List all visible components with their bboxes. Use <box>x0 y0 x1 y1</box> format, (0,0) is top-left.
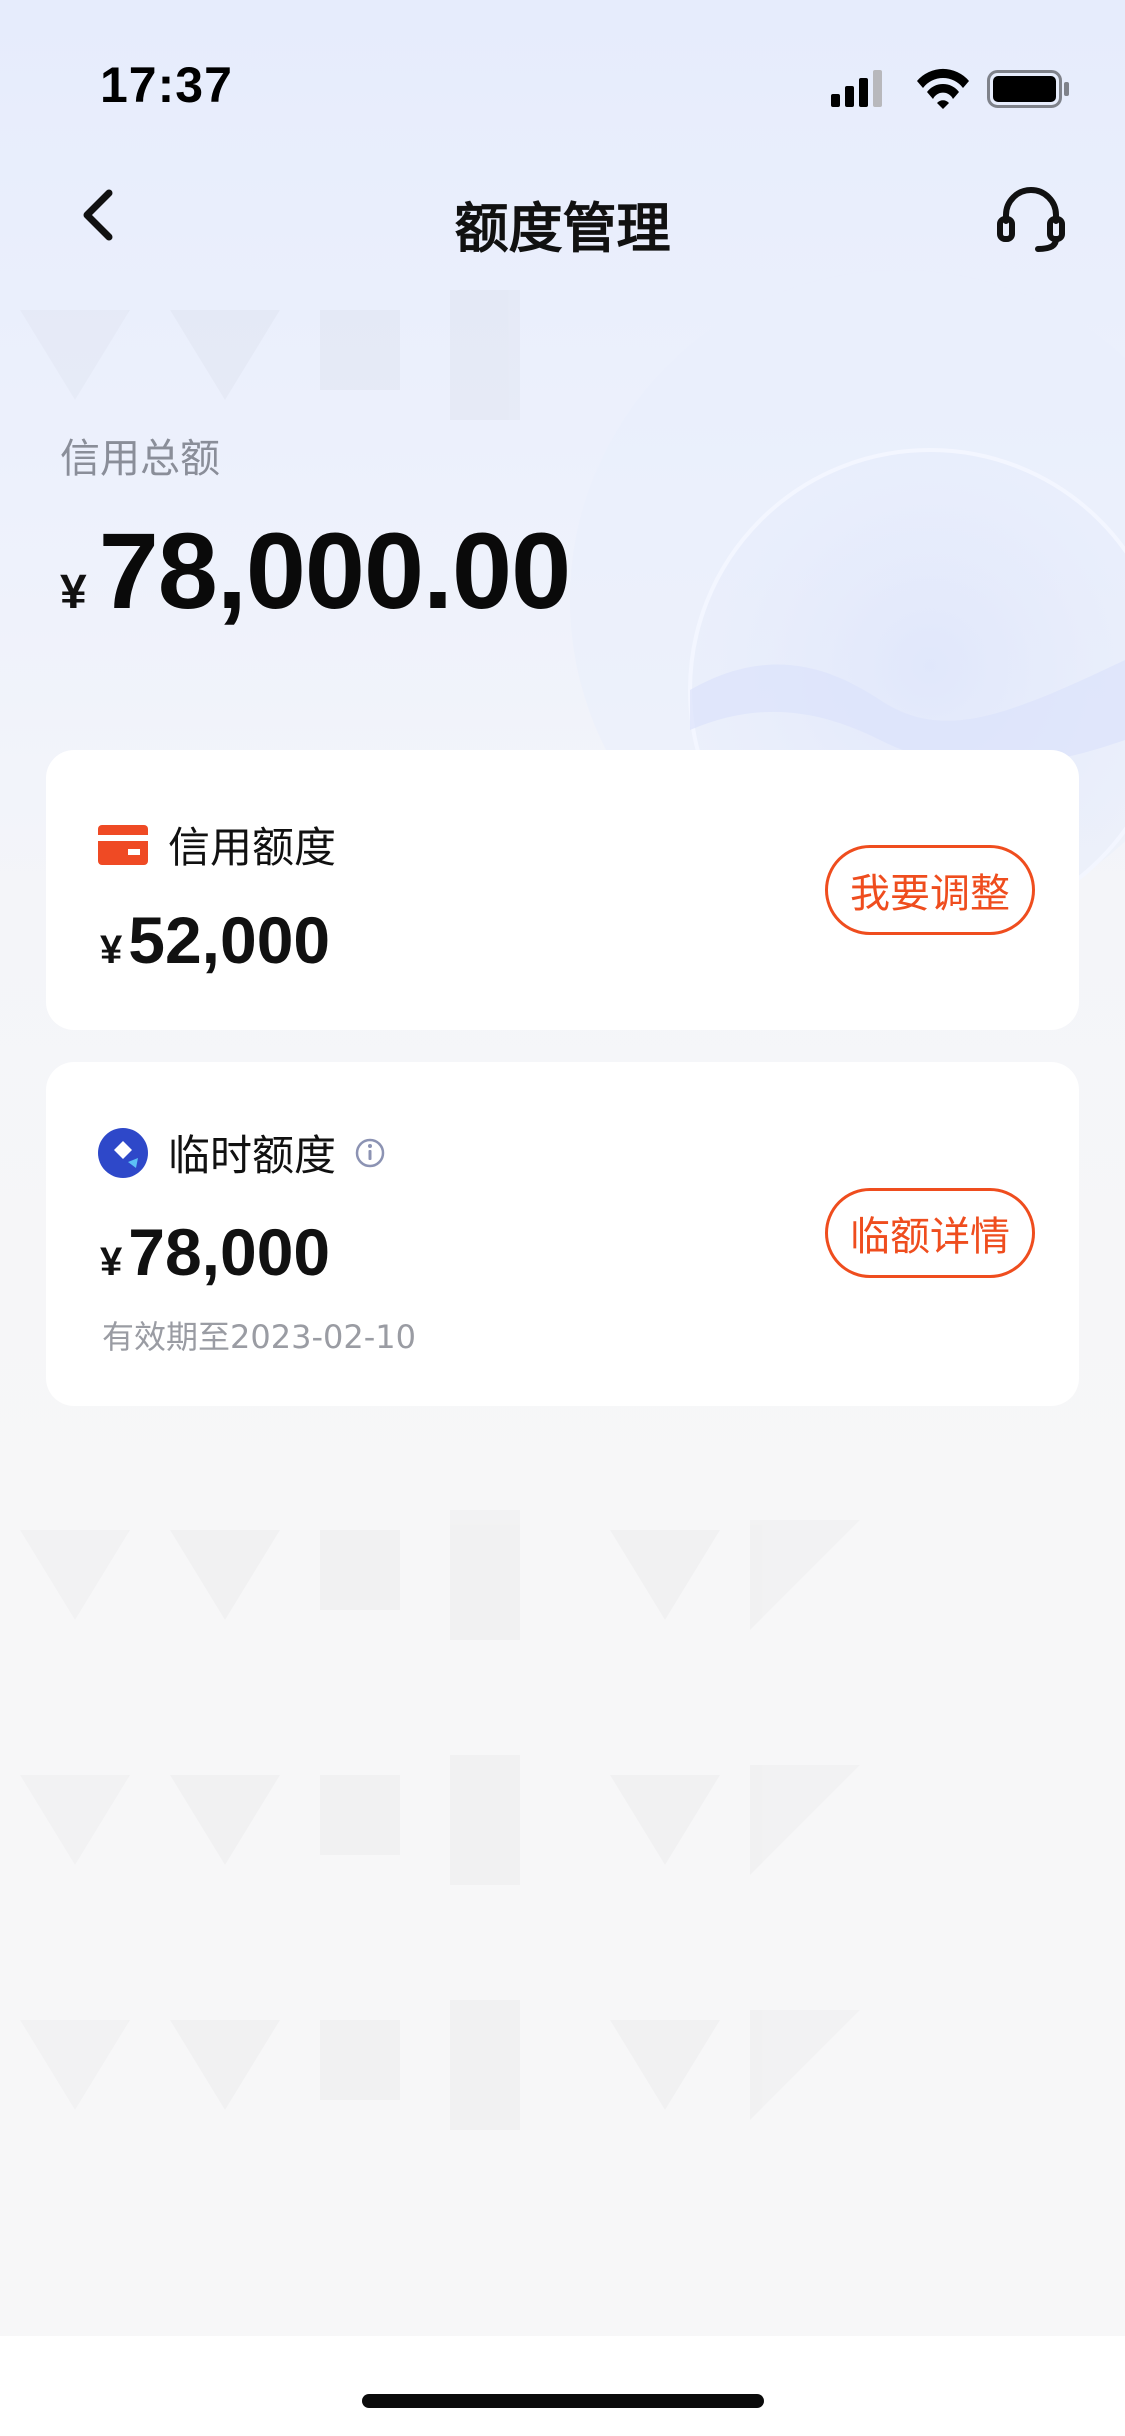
total-credit-label: 信用总额 <box>60 436 220 482</box>
credit-limit-title: 信用额度 <box>168 823 337 872</box>
info-icon[interactable] <box>354 1137 386 1169</box>
temporary-limit-header: 临时额度 <box>98 1122 386 1183</box>
page-title: 额度管理 <box>454 197 671 260</box>
adjust-limit-button[interactable]: 我要调整 <box>825 845 1035 935</box>
credit-limit-header: 信用额度 <box>98 814 336 875</box>
status-bar: 17:37 <box>0 0 1125 150</box>
currency-symbol: ¥ <box>100 1240 123 1284</box>
bottom-safe-area <box>0 2336 1125 2436</box>
card-icon <box>98 824 148 865</box>
temporary-limit-title: 临时额度 <box>168 1131 337 1180</box>
currency-symbol: ¥ <box>60 566 87 619</box>
home-indicator[interactable] <box>362 2394 764 2408</box>
headset-icon <box>997 187 1065 252</box>
credit-limit-value: 52,000 <box>128 903 331 977</box>
currency-symbol: ¥ <box>100 928 123 972</box>
credit-limit-amount: ¥ 52,000 <box>100 902 330 978</box>
status-icons <box>831 66 1071 110</box>
temporary-limit-value: 78,000 <box>128 1215 331 1289</box>
validity-date: 有效期至2023-02-10 <box>102 1318 416 1356</box>
nav-bar: 额度管理 <box>0 160 1125 270</box>
signal-icon <box>831 70 882 107</box>
credit-limit-card: 信用额度 ¥ 52,000 我要调整 <box>46 750 1079 1030</box>
total-credit-amount: ¥ 78,000.00 <box>60 508 571 631</box>
temp-credit-icon <box>98 1127 148 1178</box>
temporary-limit-card: 临时额度 ¥ 78,000 有效期至2023-02-10 临额详情 <box>46 1062 1079 1406</box>
status-time: 17:37 <box>100 57 233 113</box>
temporary-limit-details-button[interactable]: 临额详情 <box>825 1188 1035 1278</box>
customer-service-button[interactable] <box>993 180 1069 256</box>
battery-icon <box>987 70 1069 108</box>
temporary-limit-amount: ¥ 78,000 <box>100 1214 330 1290</box>
total-credit-value: 78,000.00 <box>98 510 571 631</box>
wifi-icon <box>917 68 969 109</box>
